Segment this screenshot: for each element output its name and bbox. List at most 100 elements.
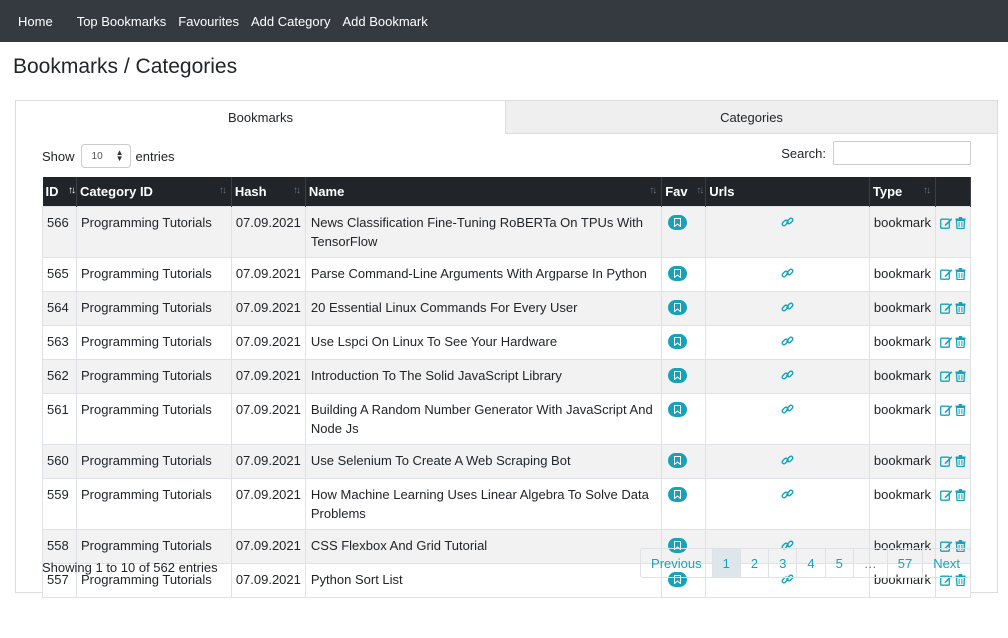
table-row: 563 Programming Tutorials 07.09.2021 Use Ls… xyxy=(42,324,972,360)
page-button-1[interactable]: 1 xyxy=(711,549,740,577)
col-fav-header[interactable]: Fav ↑↓ xyxy=(661,177,707,206)
link-icon[interactable] xyxy=(781,487,794,506)
cell-hash: 07.09.2021 xyxy=(230,205,306,258)
link-icon[interactable] xyxy=(781,453,794,472)
cell-hash: 07.09.2021 xyxy=(230,358,306,394)
bookmark-icon[interactable] xyxy=(668,299,688,315)
top-navbar: Home Top Bookmarks Favourites Add Catego… xyxy=(0,0,1008,42)
table-row: 562 Programming Tutorials 07.09.2021 Introd… xyxy=(42,358,972,394)
edit-icon[interactable] xyxy=(940,487,953,506)
col-hash-header[interactable]: Hash ↑↓ xyxy=(231,177,306,206)
link-icon[interactable] xyxy=(781,215,794,234)
trash-icon[interactable] xyxy=(955,266,966,285)
bookmarks-table: ID ↑↓ Category ID ↑↓ Hash ↑↓ Name ↑↓ Fav ↑↓ U… xyxy=(42,177,972,598)
col-category-header[interactable]: Category ID ↑↓ xyxy=(76,177,232,206)
nav-top-bookmarks[interactable]: Top Bookmarks xyxy=(77,14,167,29)
cell-name: Use Lspci On Linux To See Your Hardware xyxy=(304,324,663,360)
search-label: Search: xyxy=(781,145,826,161)
trash-icon[interactable] xyxy=(955,368,966,387)
show-label: Show xyxy=(42,148,75,164)
page-length-value: 10 xyxy=(91,150,103,162)
edit-icon[interactable] xyxy=(940,402,953,421)
bookmark-icon[interactable] xyxy=(668,333,688,349)
tab-bookmarks[interactable]: Bookmarks xyxy=(16,101,506,134)
bookmark-icon[interactable] xyxy=(668,214,688,230)
col-id-header[interactable]: ID ↑↓ xyxy=(42,177,77,206)
trash-icon[interactable] xyxy=(955,402,966,421)
cell-actions xyxy=(934,358,972,394)
link-icon[interactable] xyxy=(781,368,794,387)
cell-hash: 07.09.2021 xyxy=(230,256,306,292)
cell-urls xyxy=(705,205,870,258)
cell-actions xyxy=(934,392,972,445)
bookmarks-card: Bookmarks Categories Show 10 ▲ ▼ entries … xyxy=(15,100,998,598)
page-length-select[interactable]: 10 ▲ ▼ xyxy=(80,144,131,168)
cell-category: Programming Tutorials xyxy=(75,392,232,445)
link-icon[interactable] xyxy=(781,402,794,421)
edit-icon[interactable] xyxy=(940,334,953,353)
table-row: 566 Programming Tutorials 07.09.2021 News C… xyxy=(42,205,972,258)
col-name-header[interactable]: Name ↑↓ xyxy=(305,177,663,206)
cell-name: Introduction To The Solid JavaScript Lib… xyxy=(304,358,663,394)
bookmark-icon[interactable] xyxy=(668,452,688,468)
trash-icon[interactable] xyxy=(955,300,966,319)
col-urls-header: Urls xyxy=(705,177,870,206)
cell-id: 558 xyxy=(42,528,77,564)
page-button-57[interactable]: 57 xyxy=(886,549,922,577)
sort-desc-icon: ↑↓ xyxy=(67,185,76,196)
table-row: 565 Programming Tutorials 07.09.2021 Parse … xyxy=(42,256,972,292)
cell-hash: 07.09.2021 xyxy=(230,528,306,564)
cell-name: CSS Flexbox And Grid Tutorial xyxy=(304,528,663,564)
page-button-3[interactable]: 3 xyxy=(768,549,796,577)
page-button-5[interactable]: 5 xyxy=(824,549,853,577)
col-type-header[interactable]: Type ↑↓ xyxy=(869,177,936,206)
trash-icon[interactable] xyxy=(955,453,966,472)
cell-urls xyxy=(705,290,870,326)
nav-favourites[interactable]: Favourites xyxy=(178,14,239,29)
nav-home[interactable]: Home xyxy=(18,14,53,29)
cell-type: bookmark xyxy=(868,205,936,258)
page-ellipsis: … xyxy=(852,549,887,577)
cell-category: Programming Tutorials xyxy=(75,443,232,479)
edit-icon[interactable] xyxy=(940,453,953,472)
tab-categories[interactable]: Categories xyxy=(506,101,997,134)
trash-icon[interactable] xyxy=(955,487,966,506)
col-actions-header xyxy=(935,177,972,206)
edit-icon[interactable] xyxy=(940,215,953,234)
page-button-4[interactable]: 4 xyxy=(796,549,824,577)
sort-icon: ↑↓ xyxy=(922,185,931,196)
bookmark-icon[interactable] xyxy=(668,367,688,383)
previous-button[interactable]: Previous xyxy=(641,549,712,577)
page-button-2[interactable]: 2 xyxy=(739,549,768,577)
nav-add-bookmark[interactable]: Add Bookmark xyxy=(342,14,427,29)
link-icon[interactable] xyxy=(781,300,794,319)
entries-label: entries xyxy=(135,148,175,164)
next-button[interactable]: Next xyxy=(922,549,970,577)
nav-add-category[interactable]: Add Category xyxy=(251,14,331,29)
bookmark-icon[interactable] xyxy=(668,486,688,502)
edit-icon[interactable] xyxy=(940,368,953,387)
cell-id: 565 xyxy=(42,256,77,292)
cell-type: bookmark xyxy=(868,256,936,292)
cell-fav xyxy=(661,324,707,360)
cell-id: 564 xyxy=(42,290,77,326)
edit-icon[interactable] xyxy=(940,300,953,319)
cell-urls xyxy=(705,392,870,445)
trash-icon[interactable] xyxy=(955,334,966,353)
cell-category: Programming Tutorials xyxy=(75,477,232,530)
link-icon[interactable] xyxy=(781,266,794,285)
link-icon[interactable] xyxy=(781,334,794,353)
edit-icon[interactable] xyxy=(940,266,953,285)
cell-type: bookmark xyxy=(868,324,936,360)
cell-fav xyxy=(661,477,707,530)
trash-icon[interactable] xyxy=(955,215,966,234)
search-control: Search: xyxy=(781,141,971,165)
page-title: Bookmarks / Categories xyxy=(13,55,238,78)
cell-hash: 07.09.2021 xyxy=(230,290,306,326)
table-info: Showing 1 to 10 of 562 entries xyxy=(42,560,218,575)
search-input[interactable] xyxy=(833,141,971,165)
bookmark-icon[interactable] xyxy=(668,401,688,417)
bookmark-icon[interactable] xyxy=(668,265,688,281)
cell-actions xyxy=(934,477,972,530)
cell-type: bookmark xyxy=(868,358,936,394)
